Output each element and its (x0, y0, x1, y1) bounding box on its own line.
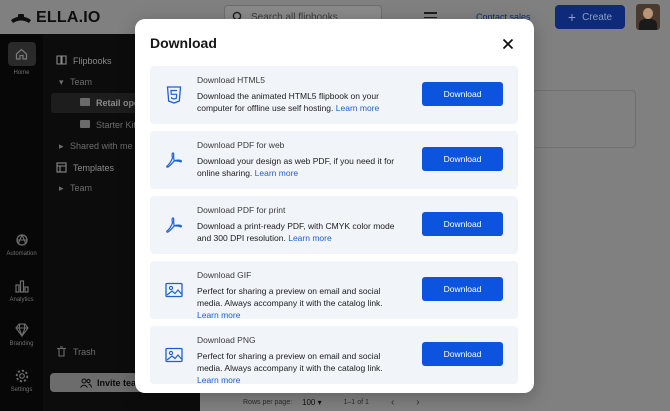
learn-more-link[interactable]: Learn more (255, 168, 298, 178)
close-icon[interactable] (502, 38, 514, 50)
sidebar-item-flipbooks[interactable]: Flipbooks (73, 56, 112, 66)
nav-analytics-label: Analytics (9, 297, 34, 303)
automation-icon (15, 234, 28, 246)
option-title: Download PDF for print (197, 205, 286, 215)
nav-branding[interactable]: Branding (0, 322, 43, 347)
download-png-button[interactable]: Download (422, 342, 503, 366)
analytics-icon (14, 280, 29, 293)
download-gif-button[interactable]: Download (422, 277, 503, 301)
option-description: Download your design as web PDF, if you … (197, 156, 395, 178)
gear-icon (15, 369, 28, 383)
rows-per-page-label: Rows per page: (243, 399, 293, 406)
rows-per-page-select[interactable]: 100 ▾ (302, 398, 322, 407)
dialog-title: Download (150, 35, 217, 51)
create-label: Create (582, 11, 613, 23)
learn-more-link[interactable]: Learn more (197, 375, 240, 385)
templates-icon (56, 162, 67, 173)
plus-icon: + (567, 9, 577, 25)
option-title: Download HTML5 (197, 75, 266, 85)
option-description: Download the animated HTML5 flipbook on … (197, 91, 380, 113)
nav-settings[interactable]: Settings (0, 368, 43, 393)
image-icon (163, 344, 185, 366)
content-card (532, 90, 636, 148)
nav-home[interactable]: Home (0, 42, 43, 76)
create-button[interactable]: + Create (555, 5, 625, 29)
download-option-html5: Download HTML5 Download the animated HTM… (150, 66, 518, 124)
download-option-png: Download PNG Perfect for sharing a previ… (150, 326, 518, 385)
diamond-icon (14, 323, 29, 338)
icon-bar: Home Automation Analytics Branding Setti… (0, 34, 43, 411)
download-pdf-web-button[interactable]: Download (422, 147, 503, 171)
home-icon (15, 48, 28, 60)
nav-branding-label: Branding (9, 341, 34, 347)
logo-text: ELLA.IO (36, 9, 101, 26)
learn-more-link[interactable]: Learn more (197, 310, 240, 320)
trash-icon (57, 346, 66, 357)
book-icon (56, 55, 67, 65)
nav-automation-label: Automation (6, 251, 37, 257)
logo-icon (11, 14, 31, 23)
nav-analytics[interactable]: Analytics (0, 278, 43, 303)
pagination: Rows per page: 100 ▾ 1–1 of 1 ‹ › (243, 397, 420, 408)
chevron-down-icon[interactable]: ▾ (59, 77, 64, 88)
nav-automation[interactable]: Automation (0, 232, 43, 257)
download-html5-button[interactable]: Download (422, 82, 503, 106)
logo[interactable]: ELLA.IO (10, 9, 101, 27)
sidebar-item-templates[interactable]: Templates (73, 163, 114, 173)
download-pdf-print-button[interactable]: Download (422, 212, 503, 236)
chevron-right-icon[interactable]: ▸ (59, 183, 64, 194)
nav-settings-label: Settings (10, 387, 33, 393)
download-option-pdf-print: Download PDF for print Download a print-… (150, 196, 518, 254)
pdf-icon (163, 149, 185, 171)
next-page-icon[interactable]: › (416, 397, 419, 408)
learn-more-link[interactable]: Learn more (336, 103, 379, 113)
nav-home-label: Home (13, 70, 30, 76)
download-option-gif: Download GIF Perfect for sharing a previ… (150, 261, 518, 320)
pdf-icon (163, 214, 185, 236)
option-description: Download a print-ready PDF, with CMYK co… (197, 221, 395, 243)
sidebar-item-retail[interactable]: Retail ope (96, 98, 139, 108)
page-range: 1–1 of 1 (343, 399, 369, 406)
avatar[interactable] (636, 4, 660, 30)
sidebar-item-team[interactable]: Team (70, 77, 92, 87)
image-icon (163, 279, 185, 301)
users-icon (80, 378, 92, 388)
learn-more-link[interactable]: Learn more (288, 233, 331, 243)
html5-icon (163, 84, 185, 106)
prev-page-icon[interactable]: ‹ (391, 397, 394, 408)
option-title: Download GIF (197, 270, 252, 280)
download-option-pdf-web: Download PDF for web Download your desig… (150, 131, 518, 189)
option-title: Download PDF for web (197, 140, 285, 150)
sidebar-item-shared[interactable]: Shared with me (70, 141, 133, 151)
option-title: Download PNG (197, 335, 256, 345)
sidebar-item-trash[interactable]: Trash (73, 347, 96, 357)
option-description: Perfect for sharing a preview on email a… (197, 286, 383, 320)
sidebar-item-starter[interactable]: Starter Kit (96, 120, 136, 130)
sidebar-item-team-templates[interactable]: Team (70, 183, 92, 193)
folder-icon (80, 98, 90, 106)
folder-icon (80, 120, 90, 128)
option-description: Perfect for sharing a preview on email a… (197, 351, 383, 385)
chevron-right-icon[interactable]: ▸ (59, 141, 64, 152)
download-dialog: Download Download HTML5 Download the ani… (135, 19, 534, 393)
